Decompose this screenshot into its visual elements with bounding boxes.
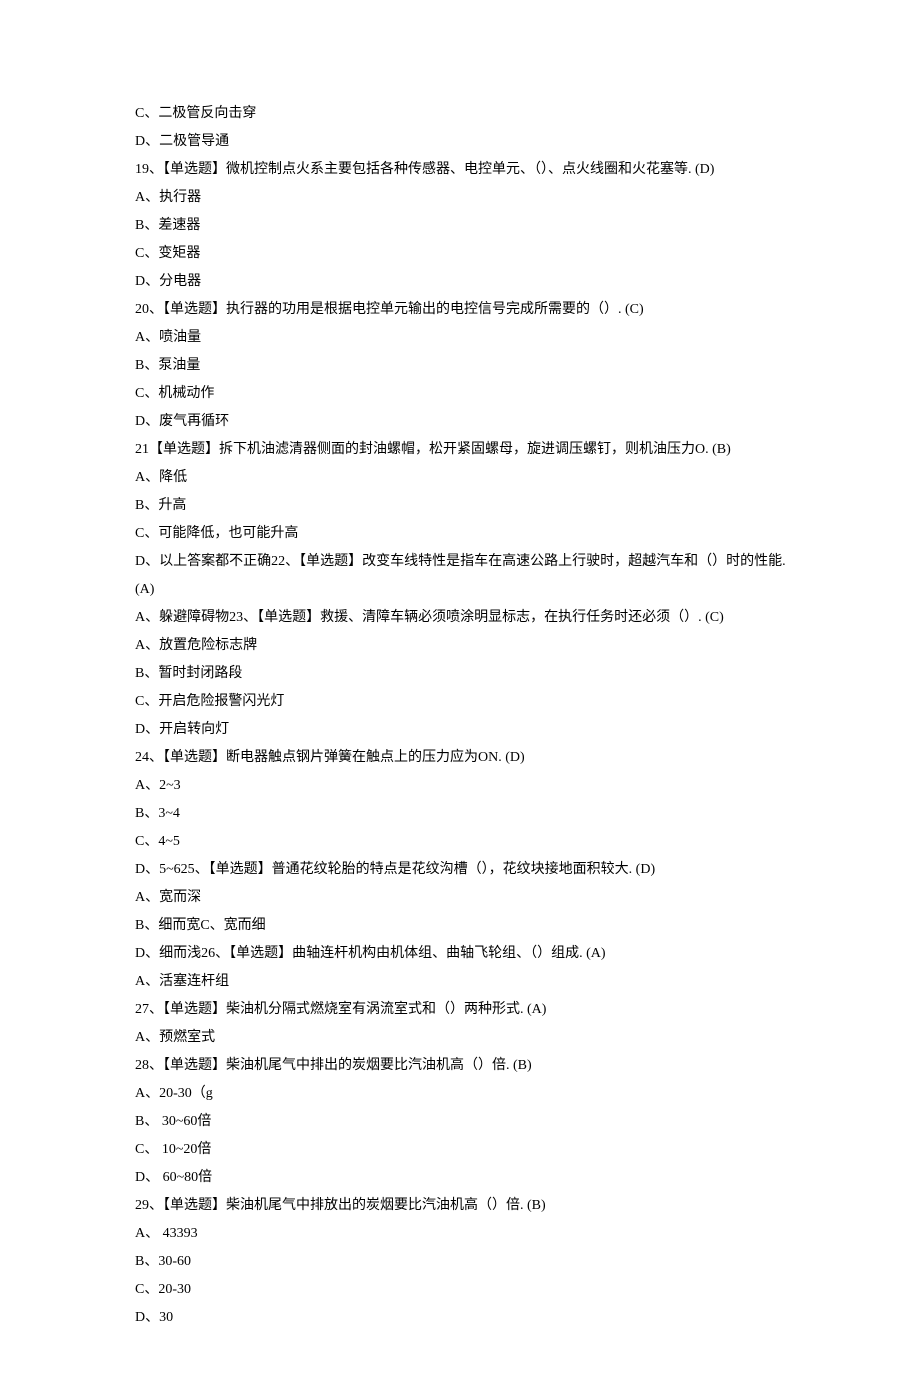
text-line: A、20-30（g [135, 1080, 790, 1108]
text-line: 24、【单选题】断电器触点钢片弹簧在触点上的压力应为ON. (D) [135, 744, 790, 772]
text-line: B、升高 [135, 492, 790, 520]
text-line: A、执行器 [135, 184, 790, 212]
text-line: D、分电器 [135, 268, 790, 296]
text-line: 27、【单选题】柴油机分隔式燃烧室有涡流室式和（）两种形式. (A) [135, 996, 790, 1024]
text-line: B、暂时封闭路段 [135, 660, 790, 688]
text-line: 28、【单选题】柴油机尾气中排出的炭烟要比汽油机高（）倍. (B) [135, 1052, 790, 1080]
text-line: C、变矩器 [135, 240, 790, 268]
text-line: A、活塞连杆组 [135, 968, 790, 996]
text-line: D、30 [135, 1304, 790, 1332]
text-line: D、以上答案都不正确22、【单选题】改变车线特性是指车在高速公路上行驶时，超越汽… [135, 548, 790, 604]
text-line: A、预燃室式 [135, 1024, 790, 1052]
text-line: C、可能降低，也可能升高 [135, 520, 790, 548]
text-line: D、5~625、【单选题】普通花纹轮胎的特点是花纹沟槽（），花纹块接地面积较大.… [135, 856, 790, 884]
text-line: B、 30~60倍 [135, 1108, 790, 1136]
text-line: B、3~4 [135, 800, 790, 828]
text-line: A、躲避障碍物23、【单选题】救援、清障车辆必须喷涂明显标志，在执行任务时还必须… [135, 604, 790, 632]
text-line: D、细而浅26、【单选题】曲轴连杆机构由机体组、曲轴飞轮组、（）组成. (A) [135, 940, 790, 968]
text-line: B、30-60 [135, 1248, 790, 1276]
text-line: 21【单选题】拆下机油滤清器侧面的封油螺帽，松开紧固螺母，旋进调压螺钉，则机油压… [135, 436, 790, 464]
text-line: D、二极管导通 [135, 128, 790, 156]
text-line: C、 10~20倍 [135, 1136, 790, 1164]
text-line: 19、【单选题】微机控制点火系主要包括各种传感器、电控单元、（）、点火线圈和火花… [135, 156, 790, 184]
text-line: D、开启转向灯 [135, 716, 790, 744]
text-line: C、二极管反向击穿 [135, 100, 790, 128]
text-line: C、4~5 [135, 828, 790, 856]
text-line: C、开启危险报警闪光灯 [135, 688, 790, 716]
text-line: B、泵油量 [135, 352, 790, 380]
text-line: D、废气再循环 [135, 408, 790, 436]
text-line: 29、【单选题】柴油机尾气中排放出的炭烟要比汽油机高（）倍. (B) [135, 1192, 790, 1220]
text-line: C、机械动作 [135, 380, 790, 408]
text-line: B、差速器 [135, 212, 790, 240]
text-line: A、2~3 [135, 772, 790, 800]
text-line: D、 60~80倍 [135, 1164, 790, 1192]
text-line: A、 43393 [135, 1220, 790, 1248]
text-line: A、降低 [135, 464, 790, 492]
document-page: C、二极管反向击穿 D、二极管导通 19、【单选题】微机控制点火系主要包括各种传… [0, 0, 920, 1392]
text-line: 20、【单选题】执行器的功用是根据电控单元输出的电控信号完成所需要的（）. (C… [135, 296, 790, 324]
text-line: A、宽而深 [135, 884, 790, 912]
text-line: A、喷油量 [135, 324, 790, 352]
text-line: C、20-30 [135, 1276, 790, 1304]
text-line: A、放置危险标志牌 [135, 632, 790, 660]
text-line: B、细而宽C、宽而细 [135, 912, 790, 940]
